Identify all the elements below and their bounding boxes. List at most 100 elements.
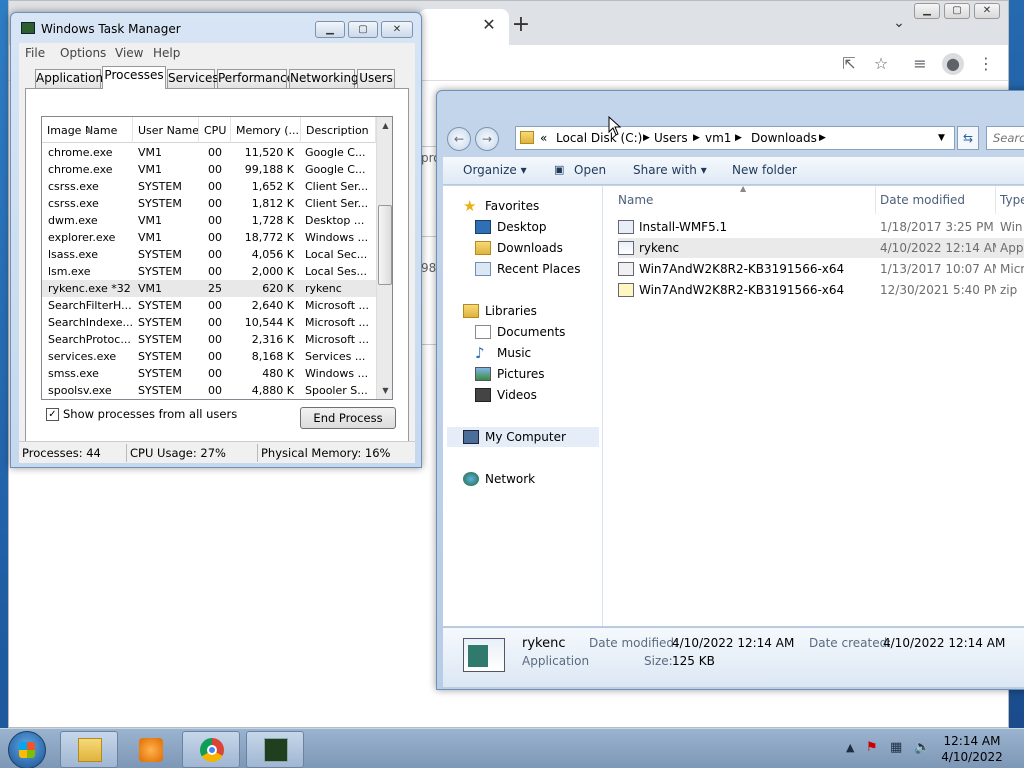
process-list[interactable]: ▲ Image Name User Name CPU Memory (... D…: [41, 116, 393, 400]
share-with-button[interactable]: Share with ▾: [633, 163, 707, 177]
address-dropdown-icon[interactable]: ▼: [938, 133, 945, 143]
tab-users[interactable]: Users: [357, 69, 395, 88]
tab-processes[interactable]: Processes: [102, 66, 166, 89]
tab-services[interactable]: Services: [167, 69, 219, 88]
column-type[interactable]: Type: [996, 186, 1024, 214]
file-row[interactable]: Win7AndW2K8R2-KB3191566-x64 1/13/2017 10:…: [618, 259, 1024, 279]
menu-file[interactable]: File: [25, 46, 45, 60]
task-manager-icon: [264, 738, 288, 762]
media-icon[interactable]: ≡: [909, 53, 931, 75]
status-bar: Processes: 44 CPU Usage: 27% Physical Me…: [19, 441, 415, 463]
process-row[interactable]: explorer.exe VM1 00 18,772 K Windows ...: [42, 229, 376, 246]
process-row[interactable]: spoolsv.exe SYSTEM 00 4,880 K Spooler S...: [42, 382, 376, 399]
start-button[interactable]: [8, 731, 46, 768]
process-row[interactable]: lsm.exe SYSTEM 00 2,000 K Local Ses...: [42, 263, 376, 280]
network-tray-icon[interactable]: ▦: [890, 740, 902, 755]
column-user-name[interactable]: User Name: [133, 117, 199, 143]
process-cell: 00: [208, 299, 222, 312]
close-icon[interactable]: ✕: [381, 21, 413, 38]
tab-networking[interactable]: Networking: [289, 69, 359, 88]
breadcrumb-local-disk[interactable]: Local Disk (C:): [556, 131, 642, 145]
show-hidden-icons-icon[interactable]: ▲: [846, 741, 854, 754]
minimize-icon[interactable]: ▁: [315, 21, 345, 38]
breadcrumb-vm1[interactable]: vm1: [705, 131, 731, 145]
process-row[interactable]: csrss.exe SYSTEM 00 1,812 K Client Ser...: [42, 195, 376, 212]
address-bar[interactable]: « Local Disk (C:) ▶ Users ▶ vm1 ▶ Downlo…: [515, 126, 955, 150]
end-process-button[interactable]: End Process: [300, 407, 396, 429]
scroll-down-icon[interactable]: ▼: [377, 382, 392, 399]
star-icon[interactable]: ☆: [870, 53, 892, 75]
breadcrumb-separator-icon[interactable]: ▶: [643, 133, 650, 143]
share-icon[interactable]: ⇱: [838, 53, 860, 75]
open-button[interactable]: Open: [574, 163, 606, 177]
taskbar-media-player[interactable]: [121, 731, 179, 768]
process-row[interactable]: rykenc.exe *32 VM1 25 620 K rykenc: [42, 280, 376, 297]
maximize-icon[interactable]: ▢: [944, 3, 970, 19]
taskbar-explorer[interactable]: [60, 731, 118, 768]
scroll-up-icon[interactable]: ▲: [377, 117, 392, 134]
file-icon: [618, 283, 634, 297]
nav-my-computer[interactable]: My Computer: [447, 427, 599, 447]
open-icon[interactable]: ▣: [554, 163, 564, 176]
minimize-icon[interactable]: ▁: [914, 3, 940, 19]
column-date-modified[interactable]: Date modified: [876, 186, 996, 214]
search-input[interactable]: [987, 127, 1024, 149]
action-center-icon[interactable]: ⚑: [866, 740, 878, 755]
process-row[interactable]: dwm.exe VM1 00 1,728 K Desktop ...: [42, 212, 376, 229]
column-image-name[interactable]: ▲ Image Name: [42, 117, 133, 143]
menu-view[interactable]: View: [115, 46, 143, 60]
organize-button[interactable]: Organize ▾: [463, 163, 527, 177]
details-created-label: Date created:: [809, 636, 892, 650]
breadcrumb-separator-icon[interactable]: ▶: [819, 133, 826, 143]
process-row[interactable]: SearchIndexe... SYSTEM 00 10,544 K Microsoft…: [42, 314, 376, 331]
file-row[interactable]: Install-WMF5.1 1/18/2017 3:25 PM Win: [618, 217, 1024, 237]
menu-options[interactable]: Options: [60, 46, 106, 60]
process-row[interactable]: smss.exe SYSTEM 00 480 K Windows ...: [42, 365, 376, 382]
avatar-icon[interactable]: ●: [942, 53, 964, 75]
clock[interactable]: 12:14 AM 4/10/2022: [930, 733, 1014, 765]
breadcrumb-downloads[interactable]: Downloads: [751, 131, 817, 145]
taskbar-task-manager[interactable]: [246, 731, 304, 768]
forward-icon[interactable]: →: [475, 127, 499, 151]
new-tab-icon[interactable]: +: [509, 13, 533, 37]
breadcrumb-separator-icon[interactable]: ▶: [735, 133, 742, 143]
scrollbar-thumb[interactable]: [378, 205, 392, 285]
close-icon[interactable]: ✕: [974, 3, 1000, 19]
breadcrumb-separator-icon[interactable]: ▶: [693, 133, 700, 143]
process-row[interactable]: chrome.exe VM1 00 11,520 K Google C...: [42, 144, 376, 161]
process-cell: Local Ses...: [305, 265, 367, 278]
process-cell: 00: [208, 350, 222, 363]
process-row[interactable]: SearchFilterH... SYSTEM 00 2,640 K Microsoft…: [42, 297, 376, 314]
process-row[interactable]: chrome.exe VM1 00 99,188 K Google C...: [42, 161, 376, 178]
process-row[interactable]: SearchProtoc... SYSTEM 00 2,316 K Microsoft …: [42, 331, 376, 348]
breadcrumb-overflow[interactable]: «: [540, 131, 547, 145]
task-manager-titlebar[interactable]: Windows Task Manager ▁ ▢ ✕: [11, 13, 421, 43]
back-icon[interactable]: ←: [447, 127, 471, 151]
process-row[interactable]: lsass.exe SYSTEM 00 4,056 K Local Sec...: [42, 246, 376, 263]
nav-label: Music: [497, 346, 532, 360]
file-row[interactable]: rykenc 4/10/2022 12:14 AM App: [618, 238, 1024, 258]
more-menu-icon[interactable]: ⋮: [975, 53, 997, 75]
process-cell: 25: [208, 282, 222, 295]
volume-icon[interactable]: 🔈: [914, 740, 930, 755]
column-memory[interactable]: Memory (...: [231, 117, 301, 143]
taskbar-chrome[interactable]: [182, 731, 240, 768]
process-row[interactable]: csrss.exe SYSTEM 00 1,652 K Client Ser...: [42, 178, 376, 195]
menu-help[interactable]: Help: [153, 46, 180, 60]
close-tab-icon[interactable]: ✕: [479, 15, 499, 35]
refresh-icon[interactable]: ⇆: [957, 126, 979, 150]
chevron-down-icon[interactable]: ⌄: [887, 15, 911, 39]
search-box[interactable]: [986, 126, 1024, 150]
file-row[interactable]: Win7AndW2K8R2-KB3191566-x64 12/30/2021 5:…: [618, 280, 1024, 300]
column-cpu[interactable]: CPU: [199, 117, 231, 143]
process-row[interactable]: services.exe SYSTEM 00 8,168 K Services ...: [42, 348, 376, 365]
process-cell: 2,640 K: [251, 299, 294, 312]
breadcrumb-users[interactable]: Users: [654, 131, 688, 145]
process-list-scrollbar[interactable]: ▲ ▼: [376, 117, 392, 399]
tab-applications[interactable]: Applications: [35, 69, 109, 88]
column-description[interactable]: Description: [301, 117, 376, 143]
maximize-icon[interactable]: ▢: [348, 21, 378, 38]
new-folder-button[interactable]: New folder: [732, 163, 797, 177]
show-all-processes-checkbox[interactable]: ✓: [46, 408, 59, 421]
tab-performance[interactable]: Performance: [217, 69, 294, 88]
